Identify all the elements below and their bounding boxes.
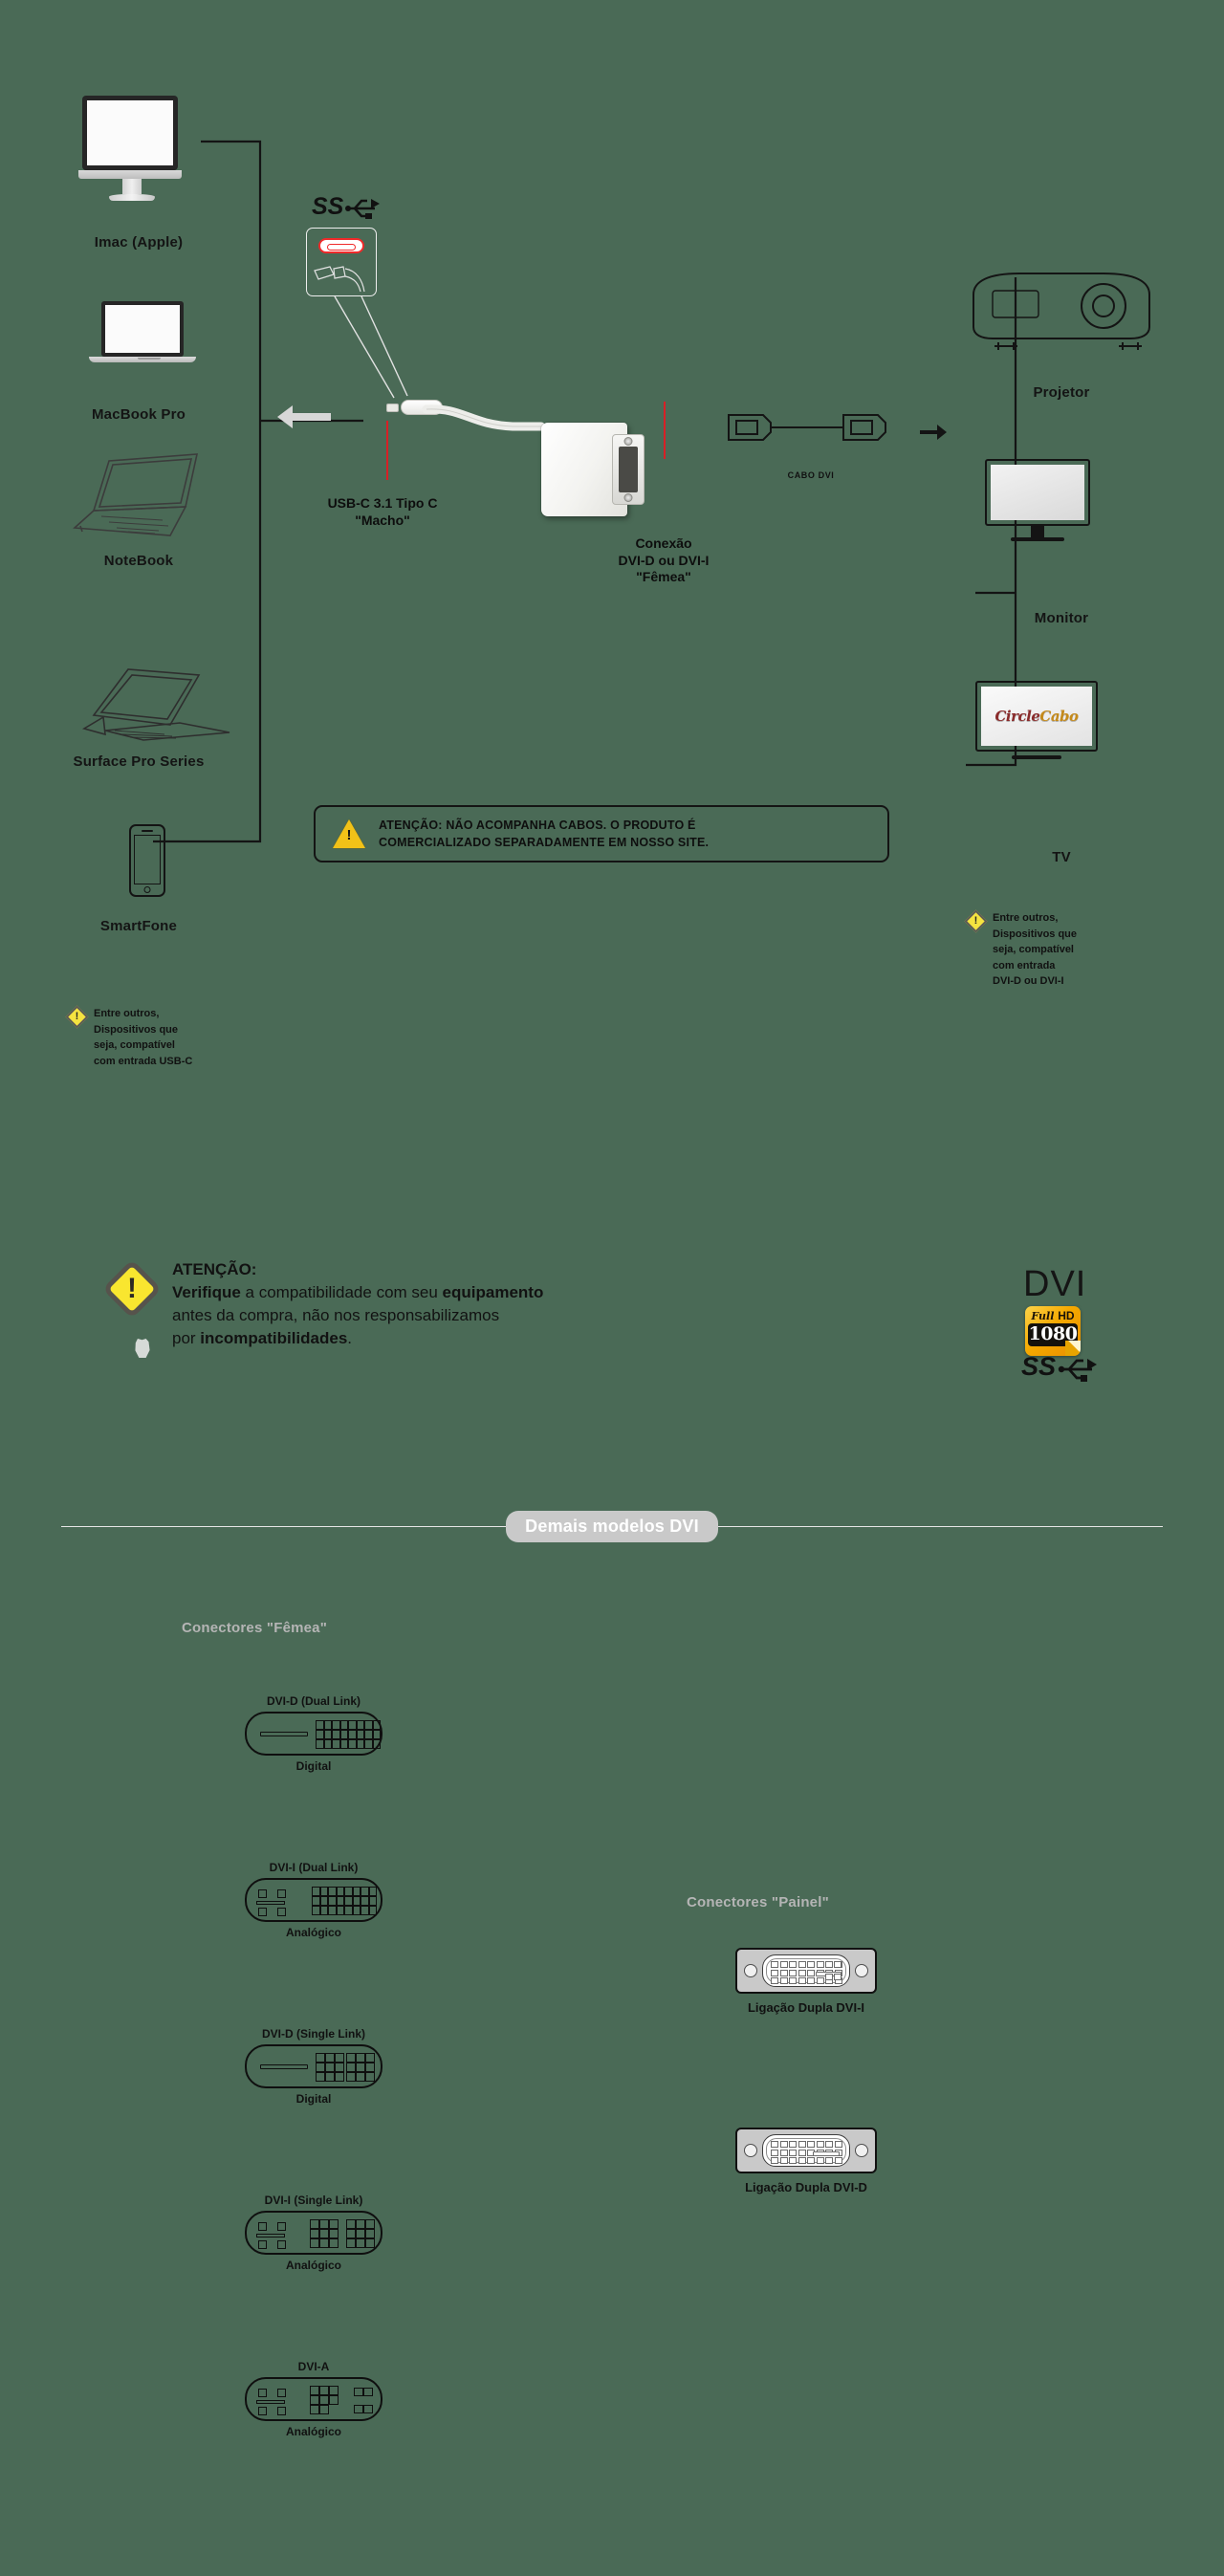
projector-icon xyxy=(973,273,1150,350)
source-compat-note-text: Entre outros, Dispositivos que seja, com… xyxy=(94,1008,193,1067)
female-connector-dvi-d-dual: DVI-D (Dual Link) Digital xyxy=(170,1694,457,1773)
dvi-d-dual-link-icon xyxy=(245,1712,382,1756)
female-connectors-heading: Conectores "Fêmea" xyxy=(182,1620,328,1636)
dvi-d-single-link-icon xyxy=(245,2044,382,2088)
device-label-monitor: Monitor xyxy=(1034,610,1089,626)
warning-diamond-icon: ! xyxy=(964,909,988,933)
warning-diamond-icon: ! xyxy=(65,1005,89,1029)
panel-connector-dvi-d: Ligação Dupla DVI-D xyxy=(687,2128,926,2194)
monitor-icon xyxy=(985,459,1090,526)
main-warning-text: ATENÇÃO: Verifique a compatibilidade com… xyxy=(172,1260,544,1348)
tv-brand-logo: CircleCabo xyxy=(994,708,1079,725)
dvi-i-single-link-icon xyxy=(245,2211,382,2255)
dvi-a-icon xyxy=(245,2377,382,2421)
cable-warning-banner: ATENÇÃO: NÃO ACOMPANHA CABOS. O PRODUTO … xyxy=(314,805,889,863)
female-connector-dvi-i-dual: DVI-I (Dual Link) Analógico xyxy=(170,1861,457,1939)
female-connector-dvi-d-single: DVI-D (Single Link) Digital xyxy=(170,2027,457,2106)
device-label-projetor: Projetor xyxy=(1033,384,1090,401)
svg-text:SS: SS xyxy=(1021,1352,1056,1381)
warning-triangle-icon xyxy=(333,819,365,849)
section-title: Demais modelos DVI xyxy=(506,1511,718,1542)
device-monitor xyxy=(985,459,1090,541)
dvi-i-dual-link-icon xyxy=(245,1878,382,1922)
dvi-wordmark: DVI xyxy=(1023,1264,1087,1304)
warning-diamond-large-icon: ! xyxy=(101,1258,163,1320)
infographic-page: Imac (Apple) MacBook Pro NoteBook Surfac… xyxy=(0,0,1224,2576)
source-compat-note: ! Entre outros, Dispositivos que seja, c… xyxy=(65,1005,289,1069)
main-warning-block: ! ATENÇÃO: Verifique a compatibilidade c… xyxy=(101,1258,870,1358)
section-header: Demais modelos DVI xyxy=(61,1511,1164,1542)
panel-connector-dvi-i: Ligação Dupla DVI-I xyxy=(687,1948,926,2015)
output-compat-note: ! Entre outros, Dispositivos que seja, c… xyxy=(964,909,1159,990)
output-compat-note-text: Entre outros, Dispositivos que seja, com… xyxy=(993,912,1078,987)
female-connector-dvi-i-single: DVI-I (Single Link) Analógico xyxy=(170,2194,457,2272)
device-label-tv: TV xyxy=(1052,849,1071,865)
device-tv: CircleCabo xyxy=(975,681,1098,759)
panel-connectors-heading: Conectores "Painel" xyxy=(687,1894,829,1910)
panel-dvi-d-icon xyxy=(735,2128,877,2173)
pointing-hand-icon xyxy=(135,1339,150,1358)
full-hd-badge: Full HD 1080 xyxy=(1025,1306,1081,1356)
female-connector-dvi-a: DVI-A Analógico xyxy=(170,2360,457,2438)
tv-icon: CircleCabo xyxy=(975,681,1098,752)
superspeed-usb-icon: SS xyxy=(1021,1352,1097,1382)
panel-dvi-i-icon xyxy=(735,1948,877,1994)
